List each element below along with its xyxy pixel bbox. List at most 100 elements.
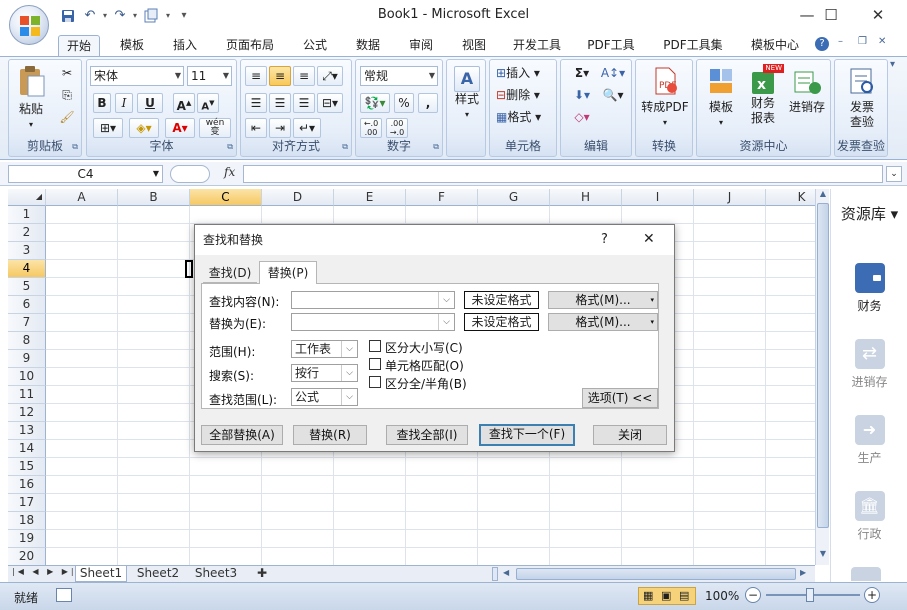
row-header-19[interactable]: 19 xyxy=(8,530,46,548)
within-dropdown-icon[interactable]: ⌵ xyxy=(341,341,357,357)
tab-replace[interactable]: 替换(P) xyxy=(259,261,317,284)
phonetic-button[interactable]: wén 变 xyxy=(199,118,231,138)
row-header-1[interactable]: 1 xyxy=(8,206,46,224)
side-item-admin[interactable]: 🏛 行政 xyxy=(831,491,907,542)
row-header-8[interactable]: 8 xyxy=(8,332,46,350)
page-layout-view-icon[interactable]: ▣ xyxy=(661,589,671,602)
column-header-k[interactable]: K xyxy=(766,189,815,206)
tab-page-layout[interactable]: 页面布局 xyxy=(218,35,282,56)
column-header-i[interactable]: I xyxy=(622,189,694,206)
replace-with-input[interactable]: ⌵ xyxy=(291,313,455,331)
sheet-tab-2[interactable]: Sheet2 xyxy=(132,566,184,582)
find-select-icon[interactable]: 🔍▾ xyxy=(599,88,627,103)
increase-decimal-icon[interactable]: ←.0.00 xyxy=(360,118,382,138)
tab-view[interactable]: 视图 xyxy=(452,35,496,56)
office-button[interactable] xyxy=(9,5,49,45)
number-format-combo[interactable]: 常规 ▼ xyxy=(360,66,438,86)
replace-format-button[interactable]: 格式(M)... ▾ xyxy=(548,313,658,331)
column-header-a[interactable]: A xyxy=(46,189,118,206)
tab-insert[interactable]: 插入 xyxy=(163,35,207,56)
border-button[interactable]: ⊞▾ xyxy=(93,118,123,138)
format-painter-icon[interactable]: 🖌 xyxy=(59,110,75,125)
font-size-combo[interactable]: 11 ▼ xyxy=(187,66,232,86)
align-top-icon[interactable]: ≡ xyxy=(245,66,267,86)
column-header-h[interactable]: H xyxy=(550,189,622,206)
look-in-dropdown-icon[interactable]: ⌵ xyxy=(341,389,357,405)
fill-icon[interactable]: ⬇▾ xyxy=(569,88,595,103)
sort-filter-icon[interactable]: A↕▾ xyxy=(599,66,627,81)
align-bottom-icon[interactable]: ≡ xyxy=(293,66,315,86)
row-header-16[interactable]: 16 xyxy=(8,476,46,494)
currency-icon[interactable]: 💱▾ xyxy=(360,93,390,113)
vertical-scrollbar[interactable]: ▲ ▼ xyxy=(815,189,829,565)
wrap-text-icon[interactable]: ↵▾ xyxy=(293,118,321,138)
row-header-6[interactable]: 6 xyxy=(8,296,46,314)
side-item-inventory[interactable]: ⇄ 进销存 xyxy=(831,339,907,390)
tab-developer[interactable]: 开发工具 xyxy=(506,35,568,56)
horizontal-scroll-thumb[interactable] xyxy=(516,568,796,580)
ribbon-close-icon[interactable]: ✕ xyxy=(878,36,886,47)
tab-template[interactable]: 模板 xyxy=(110,35,154,56)
normal-view-icon[interactable]: ▦ xyxy=(643,589,653,602)
zoom-level[interactable]: 100% xyxy=(705,589,739,603)
row-header-10[interactable]: 10 xyxy=(8,368,46,386)
invoice-check-button[interactable]: 发票 查验 xyxy=(839,66,885,130)
row-header-5[interactable]: 5 xyxy=(8,278,46,296)
dialog-help-button[interactable]: ? xyxy=(601,232,608,247)
ribbon-scroll-icon[interactable]: ▾ xyxy=(890,59,895,70)
close-dialog-button[interactable]: 关闭 xyxy=(593,425,667,445)
formula-bar-dial[interactable] xyxy=(170,165,210,183)
replace-all-button[interactable]: 全部替换(A) xyxy=(201,425,283,445)
to-pdf-button[interactable]: PDF 转成PDF ▾ xyxy=(638,66,692,130)
maximize-button[interactable]: ☐ xyxy=(808,4,854,28)
italic-button[interactable]: I xyxy=(115,93,133,113)
name-box[interactable]: C4 ▼ xyxy=(8,165,163,183)
match-case-checkbox[interactable] xyxy=(369,340,381,352)
row-header-9[interactable]: 9 xyxy=(8,350,46,368)
page-break-view-icon[interactable]: ▤ xyxy=(679,589,689,602)
sheet-nav-icons[interactable]: |◀ ◀ ▶ ▶| xyxy=(12,567,77,576)
zoom-in-button[interactable]: + xyxy=(864,587,880,603)
row-header-3[interactable]: 3 xyxy=(8,242,46,260)
tab-review[interactable]: 审阅 xyxy=(399,35,443,56)
fill-color-button[interactable]: ◈▾ xyxy=(129,118,159,138)
increase-indent-icon[interactable]: ⇥ xyxy=(269,118,291,138)
search-order-dropdown-icon[interactable]: ⌵ xyxy=(341,365,357,381)
replace-button[interactable]: 替换(R) xyxy=(293,425,367,445)
side-item-finance[interactable]: 财务 xyxy=(831,263,907,314)
replace-history-dropdown-icon[interactable]: ⌵ xyxy=(438,314,454,330)
sheet-tab-3[interactable]: Sheet3 xyxy=(190,566,242,582)
format-cells-button[interactable]: ▦格式 ▾ xyxy=(496,110,554,125)
orientation-icon[interactable]: ⤢▾ xyxy=(317,66,343,86)
select-all-corner[interactable]: ◢ xyxy=(8,189,46,206)
paste-button[interactable]: 粘贴 ▾ xyxy=(15,64,47,134)
tab-split-handle[interactable] xyxy=(492,567,498,581)
column-header-f[interactable]: F xyxy=(406,189,478,206)
zoom-out-button[interactable]: − xyxy=(745,587,761,603)
row-header-18[interactable]: 18 xyxy=(8,512,46,530)
find-format-button[interactable]: 格式(M)... ▾ xyxy=(548,291,658,309)
vertical-scroll-thumb[interactable] xyxy=(817,203,829,528)
font-name-combo[interactable]: 宋体 ▼ xyxy=(90,66,184,86)
tab-pdf-tools[interactable]: PDF工具 xyxy=(580,35,642,56)
align-left-icon[interactable]: ☰ xyxy=(245,93,267,113)
merge-center-icon[interactable]: ⊟▾ xyxy=(317,93,343,113)
row-header-20[interactable]: 20 xyxy=(8,548,46,565)
finance-report-button[interactable]: x NEW 财务 报表 xyxy=(743,64,784,126)
insert-sheet-icon[interactable]: ✚ xyxy=(252,566,272,582)
align-right-icon[interactable]: ☰ xyxy=(293,93,315,113)
insert-function-button[interactable]: fx xyxy=(224,165,235,179)
clipboard-launcher-icon[interactable]: ⧉ xyxy=(72,142,78,152)
template-button[interactable]: 模板 ▾ xyxy=(701,66,741,130)
column-header-j[interactable]: J xyxy=(694,189,766,206)
find-all-button[interactable]: 查找全部(I) xyxy=(386,425,468,445)
column-header-d[interactable]: D xyxy=(262,189,334,206)
look-in-select[interactable]: 公式 ⌵ xyxy=(291,388,358,406)
font-color-button[interactable]: A▾ xyxy=(165,118,195,138)
tab-data[interactable]: 数据 xyxy=(346,35,390,56)
column-header-b[interactable]: B xyxy=(118,189,190,206)
row-header-15[interactable]: 15 xyxy=(8,458,46,476)
delete-cells-button[interactable]: ⊟删除 ▾ xyxy=(496,88,554,103)
tab-formulas[interactable]: 公式 xyxy=(293,35,337,56)
inventory-button[interactable]: 进销存 xyxy=(785,66,829,115)
